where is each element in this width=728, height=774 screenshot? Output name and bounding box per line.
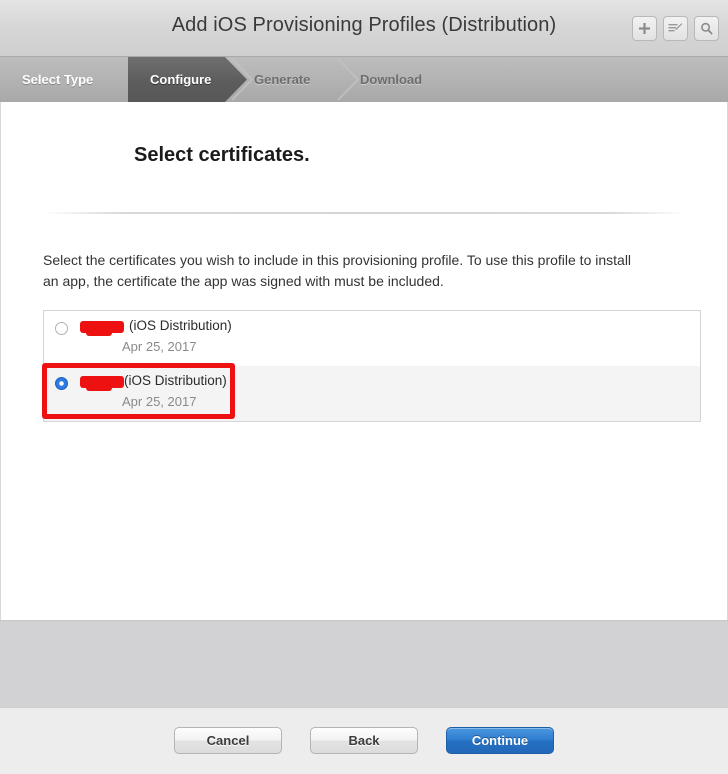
redaction-mark: [80, 320, 124, 336]
step-breadcrumb: Select Type Configure Generate Download: [0, 57, 728, 102]
content-area: Select certificates. Select the certific…: [0, 102, 728, 620]
step-configure-label: Configure: [150, 72, 212, 87]
add-icon[interactable]: [632, 16, 657, 41]
edit-icon[interactable]: [663, 16, 688, 41]
step-select-type-label: Select Type: [22, 72, 94, 87]
continue-button[interactable]: Continue: [446, 727, 554, 754]
certificate-row-2[interactable]: (iOS Distribution) Apr 25, 2017: [44, 366, 700, 421]
certificate-row-1[interactable]: (iOS Distribution) Apr 25, 2017: [44, 311, 700, 366]
certificate-date-1: Apr 25, 2017: [122, 339, 197, 354]
certificate-type-2: (iOS Distribution): [124, 373, 227, 388]
step-generate-label: Generate: [254, 72, 311, 87]
certificate-name-1: (iOS Distribution): [80, 318, 232, 336]
step-select-type[interactable]: Select Type: [0, 57, 93, 102]
section-description: Select the certificates you wish to incl…: [43, 252, 632, 289]
certificate-date-2: Apr 25, 2017: [122, 394, 197, 409]
footer-actions: Cancel Back Continue: [0, 727, 728, 754]
step-download[interactable]: Download: [338, 57, 422, 102]
search-icon[interactable]: [694, 16, 719, 41]
title-bar-actions: [632, 16, 719, 41]
title-bar: Add iOS Provisioning Profiles (Distribut…: [0, 0, 728, 57]
heading-divider: [43, 212, 687, 214]
certificate-radio-2[interactable]: [55, 377, 68, 390]
certificate-list: (iOS Distribution) Apr 25, 2017 (iOS Dis…: [43, 310, 701, 422]
provisioning-profile-window: Add iOS Provisioning Profiles (Distribut…: [0, 0, 728, 774]
footer-band-upper: [0, 620, 728, 707]
certificate-name-2: (iOS Distribution): [80, 373, 227, 391]
section-heading: Select certificates.: [134, 144, 310, 166]
step-configure[interactable]: Configure: [128, 57, 211, 102]
step-download-label: Download: [360, 72, 423, 87]
step-generate[interactable]: Generate: [232, 57, 310, 102]
redaction-mark: [80, 375, 124, 391]
cancel-button[interactable]: Cancel: [174, 727, 282, 754]
certificate-radio-1[interactable]: [55, 322, 68, 335]
certificate-type-1: (iOS Distribution): [129, 318, 232, 333]
page-title: Add iOS Provisioning Profiles (Distribut…: [171, 14, 557, 36]
back-button[interactable]: Back: [310, 727, 418, 754]
